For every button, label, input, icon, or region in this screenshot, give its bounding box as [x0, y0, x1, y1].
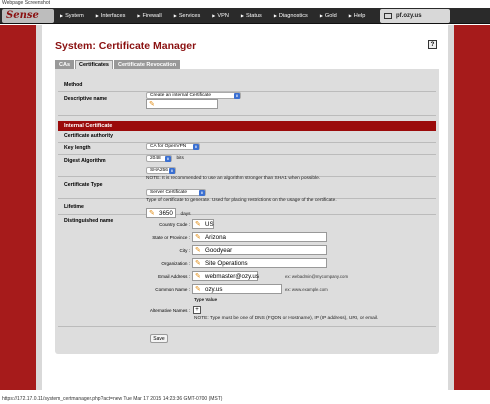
- pencil-icon: ✎: [195, 286, 201, 293]
- internal-certificate-header: Internal Certificate: [58, 121, 436, 131]
- menu-help[interactable]: ▶ Help: [349, 8, 366, 24]
- cert-type-select[interactable]: Server Certificate ⬍: [146, 189, 206, 196]
- tab-certificate-revocation[interactable]: Certificate Revocation: [113, 60, 181, 69]
- descriptive-name-input[interactable]: ✎: [146, 99, 218, 109]
- pencil-icon: ✎: [195, 247, 201, 254]
- ca-row: Certificate authority CA for OpenVPN ⬍: [58, 131, 436, 150]
- menu-status[interactable]: ▶ Status: [241, 8, 262, 24]
- menu-interfaces[interactable]: ▶ Interfaces: [96, 8, 126, 24]
- descriptive-name-label: Descriptive name: [64, 96, 107, 102]
- help-icon[interactable]: ?: [428, 40, 437, 49]
- menu-arrow-icon: ▶: [348, 13, 352, 18]
- common-name-input[interactable]: ✎ ozy.us: [192, 284, 282, 294]
- top-navigation-bar: Sense ▶ System ▶ Interfaces ▶ Firewall ▶ Ser…: [0, 8, 490, 24]
- key-length-row: Key length 2048 ⬍ bits: [58, 143, 436, 162]
- alternative-names-note: NOTE: Type must be one of DNS (FQDN or H…: [194, 316, 379, 321]
- tab-bar: CAs Certificates Certificate Revocation: [55, 60, 181, 69]
- page-title: System: Certificate Manager: [55, 40, 197, 52]
- menu-arrow-icon: ▶: [60, 13, 64, 18]
- city-label: City :: [179, 248, 190, 253]
- key-length-label: Key length: [64, 145, 91, 151]
- email-input[interactable]: ✎ webmaster@ozy.us: [192, 271, 259, 281]
- state-input[interactable]: ✎ Arizona: [192, 232, 327, 242]
- descriptive-name-row: Descriptive name ✎: [58, 92, 436, 116]
- menu-system[interactable]: ▶ System: [60, 8, 84, 24]
- city-input[interactable]: ✎ Goodyear: [192, 245, 327, 255]
- screenshot-caption: Webpage Screenshot: [2, 0, 50, 6]
- ca-label: Certificate authority: [64, 133, 114, 139]
- lifetime-row: Lifetime ✎ 3650 days: [58, 199, 436, 218]
- right-frame-border: [448, 25, 490, 390]
- tab-cas[interactable]: CAs: [55, 60, 75, 69]
- lifetime-label: Lifetime: [64, 204, 84, 210]
- dropdown-arrow-icon: ⬍: [169, 168, 175, 174]
- cert-type-row: Certificate Type Server Certificate ⬍ Typ…: [58, 177, 436, 203]
- distinguished-name-row: Distinguished name Country Code : ✎ US St…: [58, 215, 436, 327]
- distinguished-name-label: Distinguished name: [64, 218, 114, 224]
- left-frame-border: [0, 25, 42, 390]
- menu-gold[interactable]: ▶ Gold: [320, 8, 337, 24]
- pencil-icon: ✎: [195, 260, 201, 267]
- cert-type-label: Certificate Type: [64, 182, 103, 188]
- state-label: State or Province :: [152, 235, 190, 240]
- country-code-input[interactable]: ✎ US: [192, 219, 214, 229]
- menu-arrow-icon: ▶: [240, 13, 244, 18]
- menu-diagnostics[interactable]: ▶ Diagnostics: [274, 8, 308, 24]
- menu-arrow-icon: ▶: [212, 13, 216, 18]
- email-label: Email Address :: [158, 274, 190, 279]
- menu-firewall[interactable]: ▶ Firewall: [137, 8, 161, 24]
- add-alternative-name-icon[interactable]: +: [193, 306, 201, 314]
- alternative-names-label: Alternative Names :: [149, 308, 190, 313]
- menu-vpn[interactable]: ▶ VPN: [212, 8, 229, 24]
- organization-input[interactable]: ✎ Site Operations: [192, 258, 327, 268]
- host-icon: [384, 13, 392, 19]
- digest-label: Digest Algorithm: [64, 158, 106, 164]
- form-panel: Method Create an internal Certificate ⬍ D…: [55, 69, 439, 354]
- tab-certificates[interactable]: Certificates: [75, 60, 113, 69]
- pfsense-logo[interactable]: Sense: [2, 9, 54, 23]
- method-row: Method Create an internal Certificate ⬍: [58, 80, 436, 99]
- type-value-header: Type Value: [194, 297, 218, 302]
- organization-label: Organization :: [161, 261, 190, 266]
- digest-select[interactable]: SHA256 ⬍: [146, 167, 176, 174]
- save-button[interactable]: Save: [150, 334, 168, 343]
- main-menu: ▶ System ▶ Interfaces ▶ Firewall ▶ Services …: [60, 8, 377, 24]
- method-label: Method: [64, 82, 83, 88]
- dropdown-arrow-icon: ⬍: [199, 190, 205, 196]
- menu-arrow-icon: ▶: [137, 13, 141, 18]
- menu-arrow-icon: ▶: [273, 13, 277, 18]
- pencil-icon: ✎: [195, 221, 201, 228]
- menu-arrow-icon: ▶: [173, 13, 177, 18]
- hostname-badge[interactable]: pf.ozy.us: [380, 9, 450, 23]
- menu-arrow-icon: ▶: [95, 13, 99, 18]
- common-name-example: ex: www.example.com: [285, 287, 328, 292]
- digest-row: Digest Algorithm SHA256 ⬍ NOTE: It is rec…: [58, 155, 436, 181]
- country-code-label: Country Code :: [159, 222, 190, 227]
- pencil-icon: ✎: [195, 234, 201, 241]
- email-example: ex: webadmin@mycompany.com: [285, 274, 349, 279]
- status-bar: https://172.17.0.11/system_certmanager.p…: [2, 396, 223, 402]
- common-name-label: Common Name :: [155, 287, 190, 292]
- pencil-icon: ✎: [195, 273, 201, 280]
- pencil-icon: ✎: [149, 101, 155, 108]
- menu-services[interactable]: ▶ Services: [174, 8, 201, 24]
- menu-arrow-icon: ▶: [319, 13, 323, 18]
